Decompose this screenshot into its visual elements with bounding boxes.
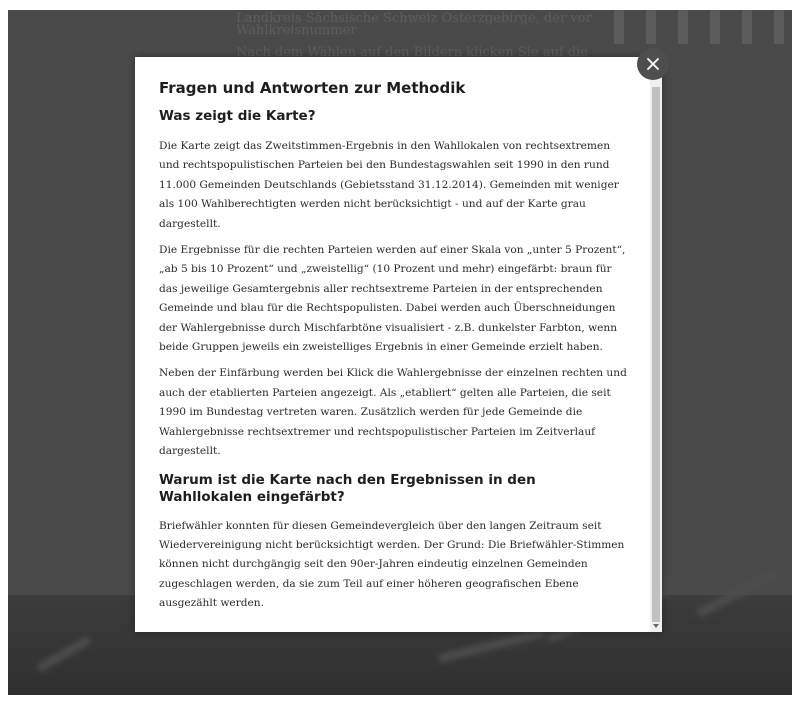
- modal-content: Fragen und Antworten zur Methodik Was ze…: [159, 78, 629, 621]
- background-bar: [774, 10, 784, 44]
- close-icon: [647, 58, 659, 70]
- paragraph: Die Ergebnisse für die rechten Parteien …: [159, 244, 626, 354]
- paragraph: Die Karte zeigt das Zweitstimmen-Ergebni…: [159, 140, 619, 230]
- close-button[interactable]: [637, 48, 669, 80]
- background-chart-bars: [614, 10, 784, 44]
- page-bottom-edge: [0, 695, 800, 705]
- scrollbar-thumb[interactable]: [652, 87, 660, 622]
- background-bar: [646, 10, 656, 44]
- paragraph: Neben der Einfärbung werden bei Klick di…: [159, 367, 627, 458]
- methodology-modal: Fragen und Antworten zur Methodik Was ze…: [135, 57, 662, 632]
- modal-title: Fragen und Antworten zur Methodik: [159, 79, 466, 97]
- page: Landkreis Sächsische Schweiz Osterzgebir…: [0, 0, 800, 705]
- background-bar: [678, 10, 688, 44]
- modal-scrollbar[interactable]: [650, 57, 662, 632]
- background-text-line: Wahlkreisnummer: [236, 23, 357, 38]
- paragraph: Briefwähler konnten für diesen Gemeindev…: [159, 519, 625, 610]
- background-bar: [614, 10, 624, 44]
- scroll-down-arrow-icon[interactable]: [653, 624, 659, 628]
- section-heading: Was zeigt die Karte?: [159, 108, 316, 124]
- section-heading: Warum ist die Karte nach den Ergebnissen…: [159, 471, 536, 505]
- background-bar: [742, 10, 752, 44]
- background-bar: [710, 10, 720, 44]
